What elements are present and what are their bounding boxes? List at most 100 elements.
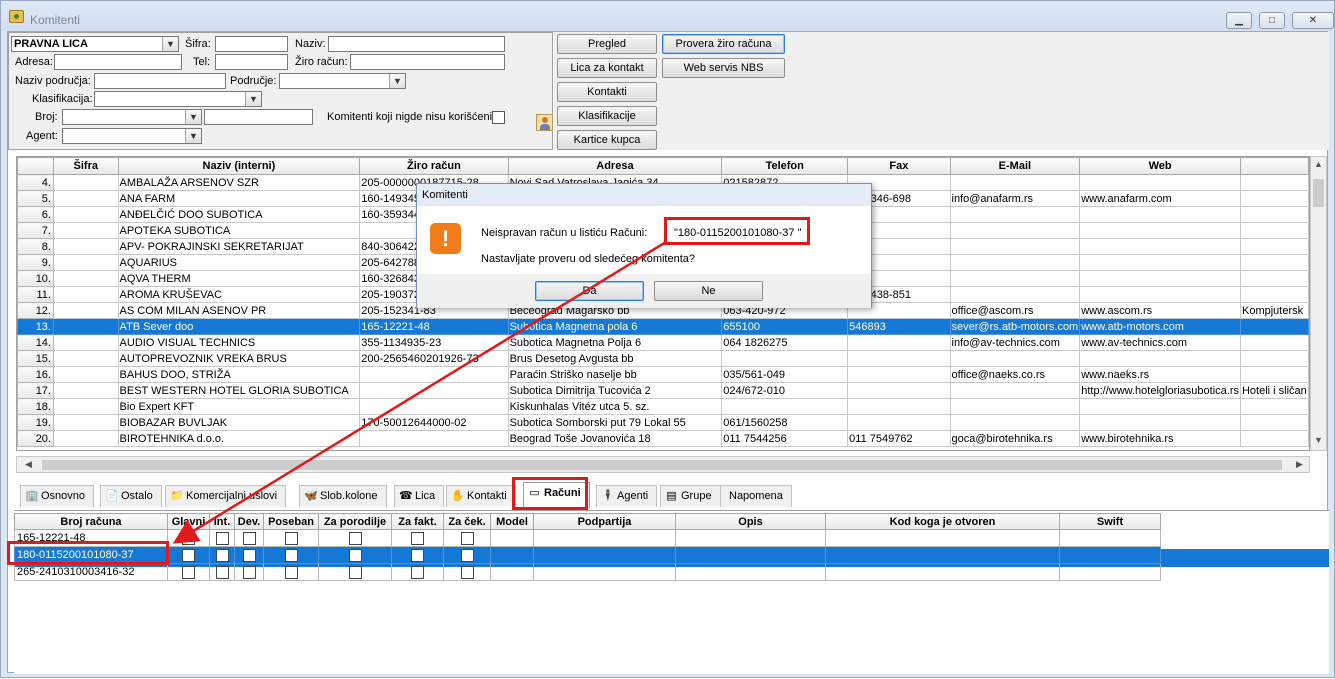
cell-naziv[interactable]: ANA FARM xyxy=(117,190,361,207)
cell-ziro[interactable] xyxy=(359,398,509,415)
cell-sifra[interactable] xyxy=(52,382,119,399)
account-number[interactable]: 265-2410310003416-32 xyxy=(14,563,168,581)
chevron-down-icon[interactable]: ▼ xyxy=(162,37,178,51)
account-column-header-2[interactable]: Int. xyxy=(209,513,235,530)
cell-email[interactable]: info@av-technics.com xyxy=(949,334,1081,351)
cell-web[interactable] xyxy=(1079,254,1241,271)
klasifikacija-select[interactable]: ▼ xyxy=(94,91,262,107)
cell-email[interactable] xyxy=(949,238,1081,255)
cell-sifra[interactable] xyxy=(52,366,119,383)
cell-fax[interactable] xyxy=(847,398,951,415)
table-row[interactable]: 18. Bio Expert KFT Kiskunhalas Vitéz utca … xyxy=(17,398,1309,415)
cell-sifra[interactable] xyxy=(52,302,119,319)
account-checkbox[interactable] xyxy=(348,565,362,579)
cell-ziro[interactable]: 170-50012644000-02 xyxy=(359,414,509,431)
kartice-kupca-button[interactable]: Kartice kupca xyxy=(557,130,657,150)
cell-email[interactable]: office@naeks.co.rs xyxy=(949,366,1081,383)
cell-sifra[interactable] xyxy=(52,286,119,303)
account-column-header-5[interactable]: Za porodilje xyxy=(318,513,392,530)
pregled-button[interactable]: Pregled xyxy=(557,34,657,54)
cell-web[interactable]: www.atb-motors.com xyxy=(1079,318,1241,335)
kontakti-button[interactable]: Kontakti xyxy=(557,82,657,102)
cell-sifra[interactable] xyxy=(52,238,119,255)
table-row[interactable]: 15. AUTOPREVOZNIK VREKA BRUS 200-256546020… xyxy=(17,350,1309,367)
account-checkbox[interactable] xyxy=(411,548,424,562)
cell-email[interactable] xyxy=(949,398,1081,415)
vertical-scroll-thumb[interactable] xyxy=(1313,179,1324,207)
cell-web[interactable] xyxy=(1079,398,1241,415)
sifra-input[interactable] xyxy=(215,36,288,52)
column-header-4[interactable]: Telefon xyxy=(721,157,849,175)
cell-fax[interactable] xyxy=(847,350,951,367)
cell-email[interactable]: info@anafarm.rs xyxy=(949,190,1081,207)
scroll-right-icon[interactable]: ▶ xyxy=(1292,459,1307,470)
maximize-button[interactable]: □ xyxy=(1259,12,1285,29)
account-cell[interactable] xyxy=(675,563,826,581)
user-search-icon[interactable] xyxy=(536,114,553,131)
account-checkbox[interactable] xyxy=(284,565,298,579)
account-cell[interactable] xyxy=(490,529,534,547)
account-cell[interactable] xyxy=(533,546,676,564)
account-cell[interactable] xyxy=(533,529,676,547)
cell-naziv[interactable]: BAHUS DOO, STRIŽA xyxy=(117,366,361,383)
cell-tel[interactable] xyxy=(721,398,849,415)
cell-extra[interactable] xyxy=(1239,254,1309,271)
account-checkbox[interactable] xyxy=(460,548,474,562)
cell-adresa[interactable]: Beograd Toše Jovanovića 18 xyxy=(507,430,723,447)
column-header-3[interactable]: Adresa xyxy=(507,157,723,175)
cell-email[interactable] xyxy=(949,414,1081,431)
cell-extra[interactable] xyxy=(1239,222,1309,239)
cell-fax[interactable]: 546893 xyxy=(847,318,951,335)
cell-web[interactable]: http://www.hotelgloriasubotica.rs xyxy=(1079,382,1241,399)
cell-sifra[interactable] xyxy=(52,174,119,191)
account-cell[interactable] xyxy=(1059,546,1161,564)
cell-fax[interactable] xyxy=(847,382,951,399)
cell-sifra[interactable] xyxy=(52,398,119,415)
column-header-1[interactable]: Naziv (interni) xyxy=(117,157,361,175)
account-checkbox[interactable] xyxy=(348,531,362,545)
cell-ziro[interactable] xyxy=(359,382,509,399)
cell-naziv[interactable]: AQUARIUS xyxy=(117,254,361,271)
cell-sifra[interactable] xyxy=(52,190,119,207)
cell-naziv[interactable]: Bio Expert KFT xyxy=(117,398,361,415)
cell-naziv[interactable]: AROMA KRUŠEVAC xyxy=(117,286,361,303)
type-select[interactable]: PRAVNA LICA ▼ xyxy=(11,36,179,52)
account-column-header-4[interactable]: Poseban xyxy=(263,513,319,530)
table-row[interactable]: 13. ATB Sever doo 165-12221-48 Subotica Mag… xyxy=(17,318,1309,335)
column-header-8[interactable] xyxy=(1239,157,1309,175)
account-checkbox[interactable] xyxy=(242,548,256,562)
cell-naziv[interactable]: ANĐELČIĆ DOO SUBOTICA xyxy=(117,206,361,223)
tab-komercijalni-uslovi[interactable]: 📁 Komercijalni uslovi xyxy=(165,485,287,507)
account-cell[interactable] xyxy=(533,563,676,581)
tab-kontakti[interactable]: ✋ Kontakti xyxy=(446,485,516,507)
account-column-header-7[interactable]: Za ček. xyxy=(443,513,491,530)
cell-sifra[interactable] xyxy=(52,414,119,431)
cell-ziro[interactable] xyxy=(359,366,509,383)
cell-extra[interactable] xyxy=(1239,366,1309,383)
account-cell[interactable] xyxy=(490,563,534,581)
cell-extra[interactable] xyxy=(1239,334,1309,351)
cell-tel[interactable]: 064 1826275 xyxy=(721,334,849,351)
cell-email[interactable]: office@ascom.rs xyxy=(949,302,1081,319)
account-row[interactable]: 265-2410310003416-32 xyxy=(14,563,1161,581)
cell-fax[interactable] xyxy=(847,414,951,431)
account-checkbox[interactable] xyxy=(284,548,298,562)
cell-fax[interactable] xyxy=(847,366,951,383)
cell-ziro[interactable]: 165-12221-48 xyxy=(359,318,509,335)
cell-email[interactable] xyxy=(949,286,1081,303)
klasifikacije-button[interactable]: Klasifikacije xyxy=(557,106,657,126)
account-cell[interactable] xyxy=(675,546,826,564)
cell-email[interactable] xyxy=(949,254,1081,271)
cell-naziv[interactable]: APOTEKA SUBOTICA xyxy=(117,222,361,239)
unused-checkbox[interactable] xyxy=(492,111,505,124)
web-servis-nbs-button[interactable]: Web servis NBS xyxy=(662,58,785,78)
tab-agenti[interactable]: 🕴 Agenti xyxy=(596,485,658,507)
cell-tel[interactable]: 024/672-010 xyxy=(721,382,849,399)
cell-web[interactable] xyxy=(1079,350,1241,367)
horizontal-scroll-thumb[interactable] xyxy=(42,460,1282,470)
agent-select[interactable]: ▼ xyxy=(62,128,202,144)
cell-adresa[interactable]: Subotica Somborski put 79 Lokal 55 xyxy=(507,414,723,431)
cell-ziro[interactable] xyxy=(359,430,509,447)
account-cell[interactable] xyxy=(825,529,1060,547)
account-checkbox[interactable] xyxy=(411,565,424,579)
